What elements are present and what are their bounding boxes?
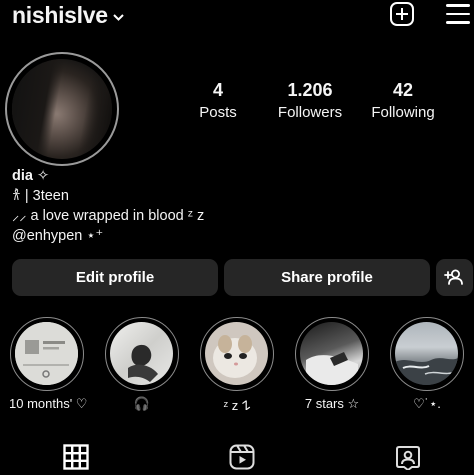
stat-following[interactable]: 42 Following	[358, 80, 448, 122]
following-count: 42	[392, 80, 414, 100]
followers-label: Followers	[277, 104, 343, 121]
tagged-icon	[396, 446, 420, 472]
highlight-ring	[10, 317, 84, 391]
bio-link[interactable]: @enhypen ⋆⁺	[12, 226, 204, 246]
stat-followers[interactable]: 1.206 Followers	[265, 80, 355, 122]
highlight-ring	[295, 317, 369, 391]
posts-count: 4	[212, 80, 223, 100]
highlight-label: 🎧	[133, 396, 151, 411]
highlight-ring	[105, 317, 179, 391]
highlight-2[interactable]: 🎧	[104, 317, 180, 412]
posts-label: Posts	[199, 104, 237, 121]
highlight-label: ♡˙⋆.	[413, 396, 441, 411]
bio: dia ✧ 𐀪 | 3teen ⸝⸝ a love wrapped in blo…	[12, 166, 204, 246]
highlight-ring	[200, 317, 274, 391]
highlight-ring	[390, 317, 464, 391]
highlight-cover	[395, 322, 458, 385]
highlight-label: 10 months' ♡	[9, 396, 88, 411]
highlight-4[interactable]: 7 stars ☆	[294, 317, 370, 412]
highlight-1[interactable]: 10 months' ♡	[9, 317, 88, 412]
following-label: Following	[371, 104, 435, 121]
chevron-down-icon	[113, 14, 124, 21]
tab-reels[interactable]	[229, 444, 255, 470]
add-friend-button[interactable]	[436, 259, 473, 296]
bio-line: ⸝⸝ a love wrapped in blood ᶻ z	[12, 208, 205, 224]
highlight-cover	[300, 322, 363, 385]
plus-square-icon[interactable]	[390, 2, 414, 26]
display-name: dia ✧	[12, 168, 50, 184]
highlight-label: ᶻ z 𐰁	[223, 398, 251, 413]
highlight-cover	[15, 322, 78, 385]
add-person-icon	[444, 269, 463, 285]
grid-icon	[63, 444, 89, 470]
highlight-cover	[205, 322, 268, 385]
highlight-cover	[110, 322, 173, 385]
share-profile-button[interactable]: Share profile	[224, 259, 430, 296]
highlight-3[interactable]: ᶻ z 𐰁	[199, 317, 275, 414]
followers-count: 1.206	[287, 80, 333, 100]
bio-line: 𐀪 | 3teen	[12, 188, 69, 204]
username: nishislve	[12, 2, 108, 28]
edit-profile-button[interactable]: Edit profile	[12, 259, 218, 296]
highlight-5[interactable]: ♡˙⋆.	[389, 317, 465, 412]
username-switcher[interactable]: nishislve	[12, 2, 125, 29]
highlight-label: 7 stars ☆	[304, 396, 360, 411]
tab-tagged[interactable]	[395, 444, 421, 472]
stat-posts[interactable]: 4 Posts	[173, 80, 263, 122]
hamburger-menu-icon[interactable]	[446, 4, 470, 24]
reels-icon	[229, 444, 255, 470]
avatar[interactable]	[12, 59, 112, 159]
tab-posts-grid[interactable]	[63, 444, 89, 470]
